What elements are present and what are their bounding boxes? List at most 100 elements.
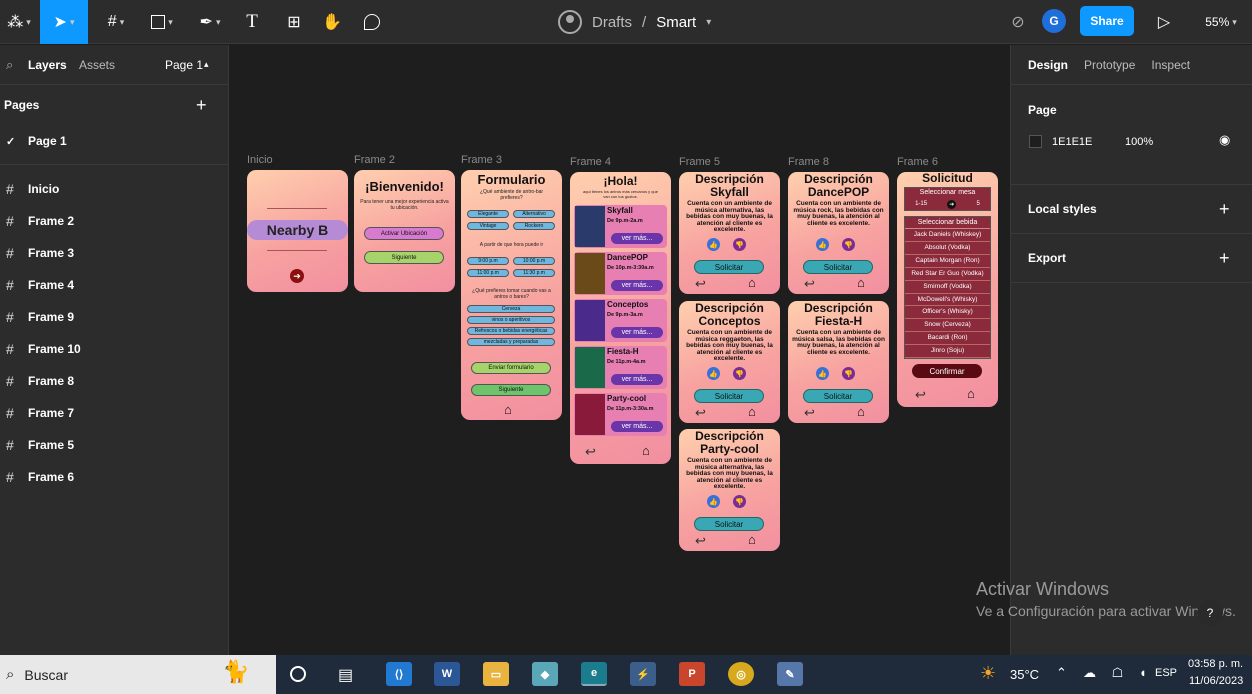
page-selector[interactable]: Page 1: [165, 58, 203, 72]
add-style-icon[interactable]: +: [1219, 199, 1230, 220]
frame-label-8[interactable]: Frame 8: [788, 156, 829, 168]
back-icon[interactable]: ↩: [695, 276, 706, 292]
option-refrescos[interactable]: Refrescos o bebidas energéticas: [467, 327, 555, 335]
frame-6[interactable]: Solicitud Seleccionar mesa 1-15 ➔ 5 Sele…: [897, 172, 998, 407]
team-avatar-icon[interactable]: [558, 10, 582, 34]
zoom-dropdown[interactable]: 55% ▾: [1196, 0, 1246, 44]
share-button[interactable]: Share: [1080, 6, 1134, 36]
chevron-down-icon[interactable]: ▾: [706, 17, 711, 28]
task-view-icon[interactable]: [290, 666, 306, 682]
chrome-icon[interactable]: ◎: [728, 662, 754, 686]
page-item-current[interactable]: ✓ Page 1: [0, 125, 228, 157]
drink-option[interactable]: Snow (Cerveza): [905, 319, 990, 333]
home-icon[interactable]: ⌂: [642, 443, 650, 458]
option-rockero[interactable]: Rockero: [513, 222, 555, 230]
clock-date[interactable]: 11/06/2023: [1189, 675, 1243, 687]
tray-chevron-up-icon[interactable]: ⌃: [1056, 665, 1067, 681]
chevron-up-icon[interactable]: ▴: [204, 59, 209, 70]
comment-tool-button[interactable]: [358, 0, 386, 44]
frame-label-inicio[interactable]: Inicio: [247, 154, 273, 166]
back-icon[interactable]: ↩: [585, 444, 596, 460]
request-button[interactable]: Solicitar: [803, 260, 873, 274]
activate-location-button[interactable]: Activar Ubicación: [364, 227, 444, 240]
back-icon[interactable]: ↩: [804, 276, 815, 292]
see-more-button[interactable]: ver más...: [611, 374, 663, 385]
tab-layers[interactable]: Layers: [28, 58, 67, 72]
back-icon[interactable]: ↩: [915, 387, 926, 403]
option-alternativo[interactable]: Alternativo: [513, 210, 555, 218]
add-export-icon[interactable]: +: [1219, 248, 1230, 269]
frame-description[interactable]: Descripción Skyfall Cuenta con un ambien…: [679, 172, 780, 294]
add-page-icon[interactable]: +: [196, 95, 207, 116]
next-button[interactable]: Siguiente: [471, 384, 551, 396]
back-icon[interactable]: ↩: [695, 533, 706, 549]
frame-label-3[interactable]: Frame 3: [461, 154, 502, 166]
arrow-right-icon[interactable]: ➔: [947, 199, 957, 209]
layer-item[interactable]: # Frame 6: [0, 461, 228, 493]
frame-2[interactable]: ¡Bienvenido! Para tener una mejor experi…: [354, 170, 455, 292]
next-button[interactable]: Siguiente: [364, 251, 444, 264]
option-10pm[interactable]: 10:00 p.m: [513, 257, 555, 265]
drink-option[interactable]: Jack Daniels (Whiskey): [905, 229, 990, 242]
bar-card[interactable]: Skyfall De 9p.m-2a.m ver más...: [574, 205, 667, 248]
frame-label-5[interactable]: Frame 5: [679, 156, 720, 168]
edge-icon[interactable]: e: [581, 662, 607, 686]
thumbs-down-icon[interactable]: 👎: [733, 367, 746, 380]
frame-4[interactable]: ¡Hola! aquí tienes los antros más cercan…: [570, 172, 671, 464]
canvas[interactable]: Inicio Frame 2 Frame 3 Frame 4 Frame 5 F…: [230, 45, 1010, 655]
home-icon[interactable]: ⌂: [857, 404, 865, 419]
text-tool-button[interactable]: T: [238, 0, 266, 44]
option-9pm[interactable]: 9:00 p.m: [467, 257, 509, 265]
home-icon[interactable]: ⌂: [748, 532, 756, 547]
layer-item[interactable]: # Frame 10: [0, 333, 228, 365]
word-icon[interactable]: W: [434, 662, 460, 686]
app-icon[interactable]: ◆: [532, 662, 558, 686]
request-button[interactable]: Solicitar: [694, 389, 764, 403]
back-icon[interactable]: ↩: [695, 405, 706, 421]
paint-icon[interactable]: ✎: [777, 662, 803, 686]
file-explorer-icon[interactable]: ▭: [483, 662, 509, 686]
submit-form-button[interactable]: Enviar formulario: [471, 362, 551, 374]
layer-item[interactable]: # Frame 2: [0, 205, 228, 237]
drink-option[interactable]: Absolut (Vodka): [905, 242, 990, 255]
frame-inicio[interactable]: Nearby B ➔: [247, 170, 348, 292]
see-more-button[interactable]: ver más...: [611, 280, 663, 291]
drink-option[interactable]: Jinro (Soju): [905, 345, 990, 359]
bar-card[interactable]: DancePOP De 10p.m-3:30a.m ver más...: [574, 252, 667, 295]
frame-3[interactable]: Formulario ¿Qué ambiente de antro-bar pr…: [461, 170, 562, 420]
eye-icon[interactable]: ◉: [1219, 132, 1230, 148]
frame-label-4[interactable]: Frame 4: [570, 156, 611, 168]
frame-label-6[interactable]: Frame 6: [897, 156, 938, 168]
drink-option[interactable]: McDowell's (Whisky): [905, 294, 990, 307]
hand-tool-button[interactable]: ✋: [318, 0, 346, 44]
home-icon[interactable]: ⌂: [748, 404, 756, 419]
thumbs-down-icon[interactable]: 👎: [733, 495, 746, 508]
option-cerveza[interactable]: Cerveza: [467, 305, 555, 313]
clock-time[interactable]: 03:58 p. m.: [1188, 658, 1243, 670]
tab-assets[interactable]: Assets: [79, 58, 115, 72]
see-more-button[interactable]: ver más...: [611, 233, 663, 244]
vscode-icon[interactable]: ⟨⟩: [386, 662, 412, 686]
frame-description[interactable]: Descripción Conceptos Cuenta con un ambi…: [679, 301, 780, 423]
help-button[interactable]: ?: [1197, 600, 1223, 626]
bg-color-swatch[interactable]: [1029, 135, 1042, 148]
pen-tool-button[interactable]: ✒ ▾: [190, 0, 230, 44]
frame-label-2[interactable]: Frame 2: [354, 154, 395, 166]
layer-item[interactable]: # Frame 7: [0, 397, 228, 429]
taskbar-search[interactable]: ⌕ Buscar 🐈: [0, 655, 276, 694]
option-mezcladas[interactable]: mezcladas y preparadas: [467, 338, 555, 346]
frame-tool-button[interactable]: # ▾: [96, 0, 136, 44]
thumbs-up-icon[interactable]: 👍: [707, 238, 720, 251]
layer-item[interactable]: # Frame 3: [0, 237, 228, 269]
powerpoint-icon[interactable]: P: [679, 662, 705, 686]
weather-temp[interactable]: 35°C: [1010, 667, 1039, 682]
move-tool-button[interactable]: ➤ ▾: [40, 0, 88, 44]
frame-description[interactable]: Descripción Fiesta-H Cuenta con un ambie…: [788, 301, 889, 423]
shape-tool-button[interactable]: ▾: [142, 0, 182, 44]
drink-option[interactable]: Officer's (Whisky): [905, 306, 990, 320]
request-button[interactable]: Solicitar: [694, 260, 764, 274]
drink-option[interactable]: Bacardi (Ron): [905, 332, 990, 346]
drink-option[interactable]: Red Star Er Guo (Vodka): [905, 268, 990, 281]
layer-item[interactable]: # Frame 5: [0, 429, 228, 461]
weather-icon[interactable]: ☀: [980, 663, 996, 684]
